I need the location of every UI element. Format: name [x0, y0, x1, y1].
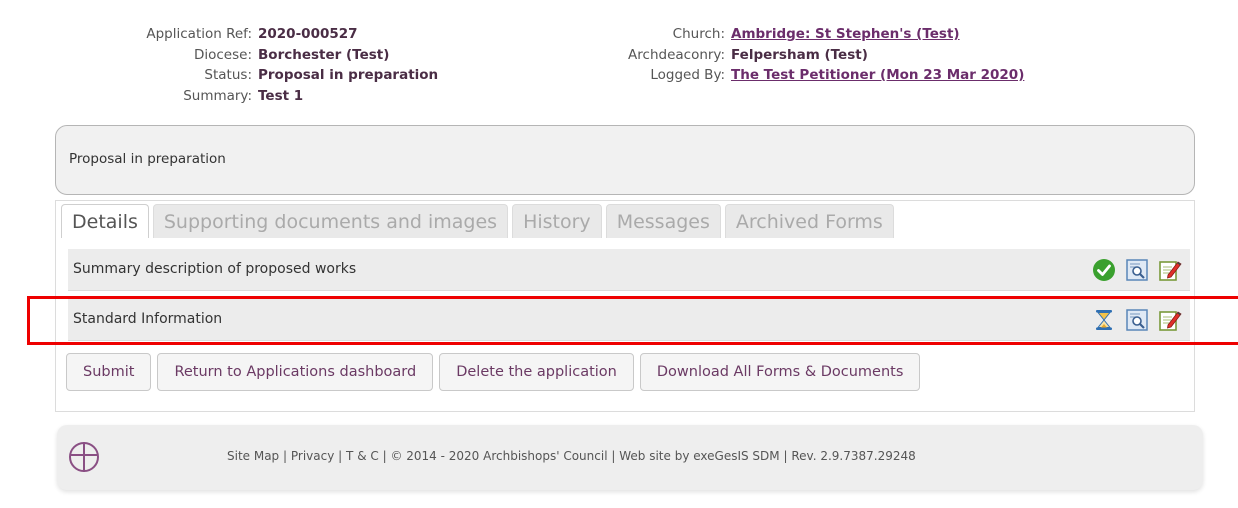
action-buttons: Submit Return to Applications dashboard …	[66, 353, 921, 391]
credit-link[interactable]: Web site by exeGesIS SDM	[619, 449, 779, 463]
footer-links: Site Map | Privacy | T & C | © 2014 - 20…	[227, 449, 916, 463]
delete-application-button[interactable]: Delete the application	[439, 353, 634, 391]
submit-button[interactable]: Submit	[66, 353, 152, 391]
site-map-link[interactable]: Site Map	[227, 449, 279, 463]
form-row-icons	[1092, 308, 1182, 332]
info-row-summary: Summary: Test 1	[0, 86, 438, 107]
tab-archived-forms[interactable]: Archived Forms	[724, 204, 894, 238]
tab-supporting-documents[interactable]: Supporting documents and images	[152, 204, 509, 238]
form-row-icons	[1092, 258, 1182, 282]
view-form-icon[interactable]	[1125, 308, 1149, 332]
edit-form-icon[interactable]	[1158, 258, 1182, 282]
summary-value: Test 1	[258, 87, 304, 104]
info-row-church: Church: Ambridge: St Stephen's (Test)	[0, 24, 1024, 45]
status-box-text: Proposal in preparation	[69, 151, 226, 167]
archdeaconry-label: Archdeaconry:	[628, 46, 725, 63]
footer: Site Map | Privacy | T & C | © 2014 - 20…	[57, 425, 1203, 490]
status-box: Proposal in preparation	[55, 125, 1195, 195]
application-info: Application Ref: 2020-000527 Diocese: Borc…	[0, 24, 1238, 119]
church-link[interactable]: Ambridge: St Stephen's (Test)	[731, 24, 960, 45]
check-icon	[1092, 258, 1116, 282]
footer-separator: |	[382, 449, 387, 463]
tab-messages[interactable]: Messages	[605, 204, 721, 238]
details-panel: Details Supporting documents and images …	[55, 200, 1195, 412]
summary-label: Summary:	[183, 87, 252, 104]
view-form-icon[interactable]	[1125, 258, 1149, 282]
edit-form-icon[interactable]	[1158, 308, 1182, 332]
copyright-text: © 2014 - 2020 Archbishops' Council	[390, 449, 608, 463]
logged-by-label: Logged By:	[650, 67, 725, 83]
tab-bar: Details Supporting documents and images …	[61, 204, 898, 238]
privacy-link[interactable]: Privacy	[291, 449, 334, 463]
footer-separator: |	[611, 449, 616, 463]
info-right-column: Church: Ambridge: St Stephen's (Test) Arc…	[0, 24, 1024, 86]
terms-link[interactable]: T & C	[346, 449, 379, 463]
footer-separator: |	[283, 449, 288, 463]
download-all-button[interactable]: Download All Forms & Documents	[639, 353, 921, 391]
logged-by-link[interactable]: The Test Petitioner (Mon 23 Mar 2020)	[731, 65, 1024, 86]
form-row-standard-information[interactable]: Standard Information	[68, 299, 1190, 341]
church-cross-logo-icon	[67, 440, 101, 478]
form-row-label: Standard Information	[73, 311, 223, 327]
revision-text: Rev. 2.9.7387.29248	[791, 449, 916, 463]
info-row-archdeaconry: Archdeaconry: Felpersham (Test)	[0, 45, 1024, 66]
footer-separator: |	[338, 449, 343, 463]
return-dashboard-button[interactable]: Return to Applications dashboard	[157, 353, 434, 391]
info-row-logged-by: Logged By: The Test Petitioner (Mon 23 Ma…	[0, 65, 1024, 86]
tab-details[interactable]: Details	[61, 204, 149, 238]
tab-history[interactable]: History	[512, 204, 602, 238]
footer-separator: |	[783, 449, 788, 463]
church-label: Church:	[672, 26, 725, 42]
form-row-summary[interactable]: Summary description of proposed works	[68, 249, 1190, 291]
hourglass-icon	[1092, 308, 1116, 332]
archdeaconry-value: Felpersham (Test)	[731, 46, 868, 63]
form-row-label: Summary description of proposed works	[73, 261, 357, 277]
